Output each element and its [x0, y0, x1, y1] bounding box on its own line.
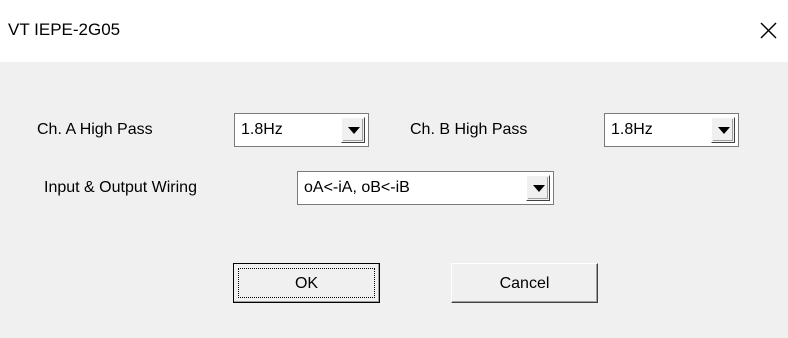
ch-a-high-pass-value: 1.8Hz	[241, 121, 283, 138]
close-icon	[760, 22, 777, 39]
chevron-down-icon	[533, 185, 545, 192]
wiring-select[interactable]: oA<-iA, oB<-iB	[297, 171, 554, 205]
cancel-button-label: Cancel	[499, 275, 550, 292]
dialog-window: VT IEPE-2G05 Ch. A High Pass 1.8Hz Ch. B…	[0, 0, 788, 338]
wiring-dropdown-button[interactable]	[526, 175, 550, 201]
chevron-down-icon	[348, 127, 360, 134]
ch-b-high-pass-label: Ch. B High Pass	[410, 121, 528, 138]
dialog-body: Ch. A High Pass 1.8Hz Ch. B High Pass 1.…	[0, 62, 788, 338]
ch-b-high-pass-select[interactable]: 1.8Hz	[604, 113, 739, 147]
wiring-value: oA<-iA, oB<-iB	[304, 179, 410, 196]
chevron-down-icon	[718, 127, 730, 134]
ok-button[interactable]: OK	[233, 263, 380, 303]
ch-b-dropdown-button[interactable]	[711, 117, 735, 143]
ch-a-high-pass-label: Ch. A High Pass	[37, 121, 153, 138]
window-title: VT IEPE-2G05	[8, 20, 121, 39]
ch-a-high-pass-select[interactable]: 1.8Hz	[234, 113, 369, 147]
close-button[interactable]	[752, 14, 784, 46]
ok-button-label: OK	[294, 275, 319, 292]
title-bar[interactable]: VT IEPE-2G05	[0, 0, 788, 62]
ch-a-dropdown-button[interactable]	[341, 117, 365, 143]
cancel-button[interactable]: Cancel	[451, 263, 598, 303]
wiring-label: Input & Output Wiring	[44, 179, 197, 196]
ch-b-high-pass-value: 1.8Hz	[611, 121, 653, 138]
